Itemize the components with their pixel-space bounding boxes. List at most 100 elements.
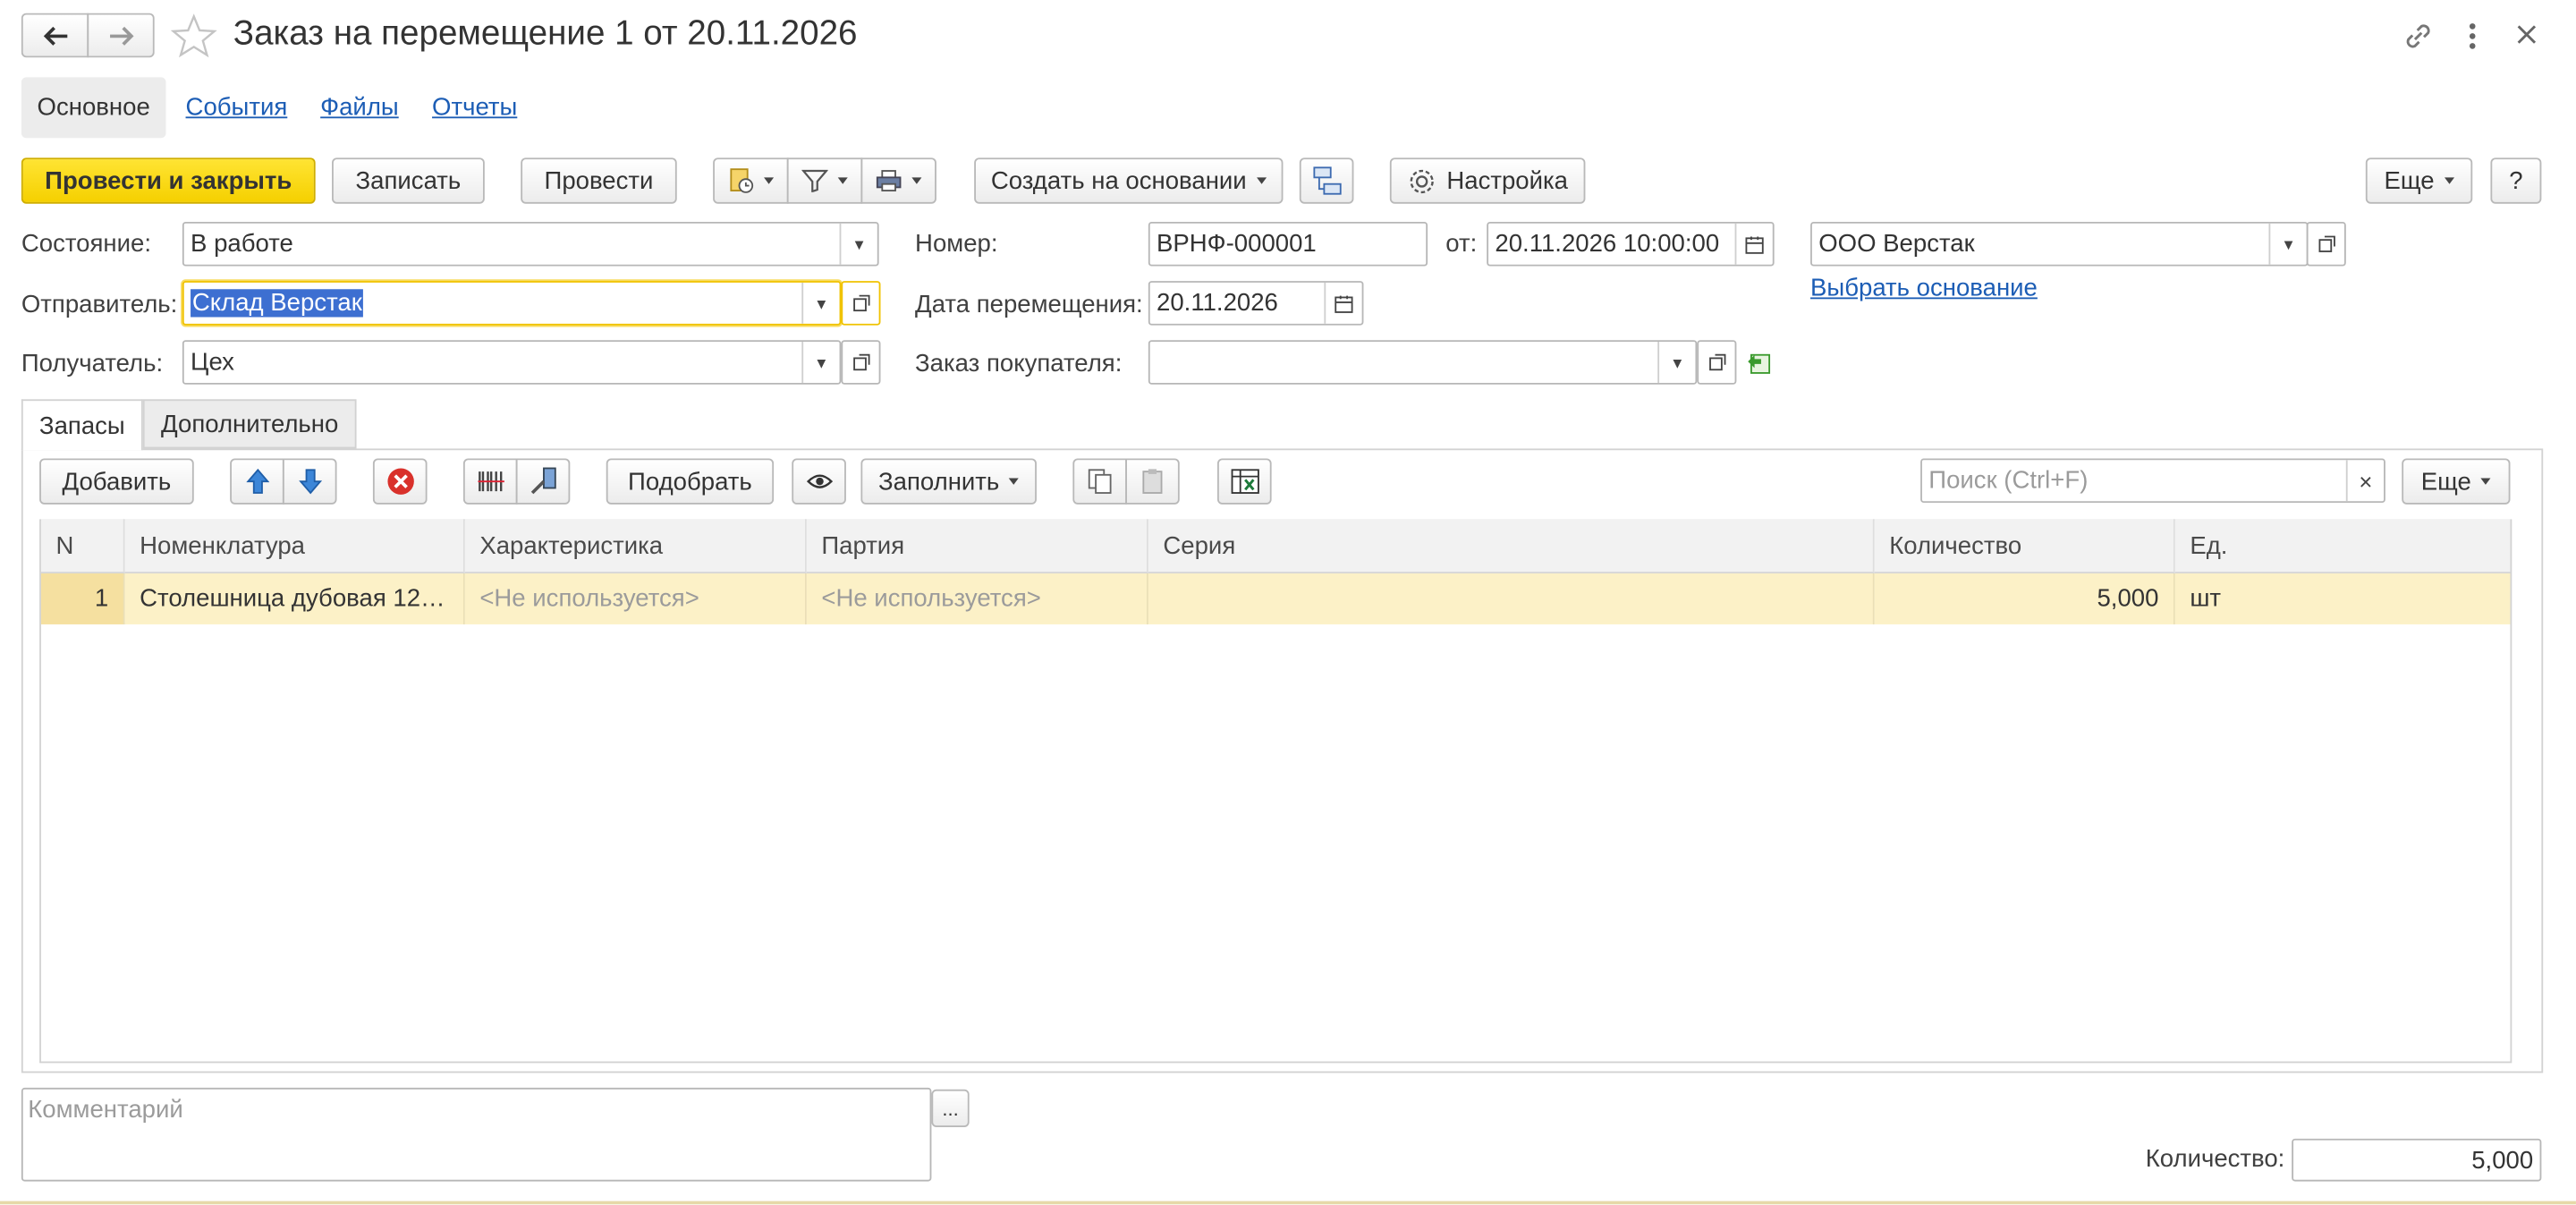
link-icon[interactable] [2402, 20, 2435, 59]
open-customer-order-button[interactable] [1697, 340, 1737, 385]
post-button[interactable]: Провести [521, 157, 677, 204]
chevron-down-icon[interactable]: ▼ [2268, 223, 2306, 265]
tab-files[interactable]: Файлы [320, 94, 399, 122]
move-date-value: 20.11.2026 [1157, 289, 1278, 318]
excel-icon [1230, 469, 1258, 494]
paste-rows-button[interactable] [1125, 458, 1180, 505]
sender-select[interactable]: Склад Верстак ▼ [182, 281, 842, 326]
help-button[interactable]: ? [2490, 157, 2542, 204]
state-select[interactable]: В работе ▼ [182, 221, 879, 267]
show-button[interactable] [792, 458, 846, 505]
organization-value: ООО Верстак [1818, 230, 1975, 259]
open-organization-button[interactable] [2306, 221, 2346, 267]
post-and-close-button[interactable]: Провести и закрыть [21, 157, 316, 204]
print-dropdown[interactable] [860, 157, 936, 204]
column-header-quantity[interactable]: Количество [1874, 519, 2175, 574]
number-label: Номер: [915, 230, 998, 259]
cell-series [1148, 573, 1875, 624]
arrow-left-icon [42, 26, 67, 45]
fill-label: Заполнить [878, 467, 1000, 496]
calendar-icon[interactable] [1324, 282, 1361, 324]
fill-button[interactable]: Заполнить [860, 458, 1037, 505]
column-header-n[interactable]: N [40, 519, 125, 574]
customer-order-label: Заказ покупателя: [915, 350, 1123, 378]
chevron-down-icon[interactable]: ▼ [1657, 342, 1695, 383]
organization-select[interactable]: ООО Верстак ▼ [1810, 221, 2309, 267]
settings-label: Настройка [1446, 166, 1568, 195]
back-button[interactable] [21, 13, 89, 58]
cell-item: Столешница дубовая 12… [124, 573, 465, 624]
comment-textarea[interactable]: Комментарий [21, 1087, 932, 1182]
date-from-field[interactable]: 20.11.2026 10:00:00 [1487, 221, 1775, 267]
create-based-on-label: Создать на основании [990, 166, 1247, 195]
open-window-icon [2318, 235, 2334, 252]
fill-from-order-icon[interactable] [1745, 348, 1773, 383]
date-from-value: 20.11.2026 10:00:00 [1495, 230, 1720, 259]
paste-icon [1141, 469, 1162, 494]
load-from-excel-button[interactable] [1216, 458, 1272, 505]
move-date-field[interactable]: 20.11.2026 [1148, 281, 1364, 326]
total-quantity-value: 5,000 [2471, 1146, 2534, 1175]
save-button[interactable]: Записать [332, 157, 485, 204]
tab-events[interactable]: События [186, 94, 288, 122]
more-button[interactable]: Еще [2365, 157, 2473, 204]
create-based-on-button[interactable]: Создать на основании [974, 157, 1284, 204]
column-header-unit[interactable]: Ед. [2174, 519, 2511, 574]
structure-button[interactable] [1299, 157, 1354, 204]
add-row-button[interactable]: Добавить [39, 458, 194, 505]
tab-reports[interactable]: Отчеты [432, 94, 517, 122]
move-down-button[interactable] [282, 458, 337, 505]
search-input[interactable]: Поиск (Ctrl+F) × [1920, 458, 2385, 504]
column-header-batch[interactable]: Партия [806, 519, 1148, 574]
subtab-additional[interactable]: Дополнительно [142, 399, 357, 449]
barcode-icon [477, 471, 504, 492]
printer-icon [876, 170, 902, 191]
cell-unit: шт [2174, 573, 2511, 624]
chevron-down-icon[interactable]: ▼ [839, 223, 877, 265]
sender-label: Отправитель: [21, 291, 178, 319]
more-vertical-icon[interactable] [2464, 20, 2480, 59]
gear-icon [1409, 168, 1434, 193]
filter-dropdown[interactable] [786, 157, 863, 204]
data-collection-terminal-button[interactable] [515, 458, 571, 505]
clear-search-icon[interactable]: × [2345, 460, 2384, 502]
open-receiver-button[interactable] [841, 340, 881, 385]
table-more-label: Еще [2420, 467, 2471, 496]
window-bottom-border [0, 1201, 2576, 1205]
barcode-button[interactable] [462, 458, 518, 505]
close-icon[interactable] [2515, 23, 2538, 53]
chevron-down-icon[interactable]: ▼ [801, 282, 839, 324]
arrow-down-icon [298, 469, 322, 495]
favorite-star-icon[interactable] [170, 13, 217, 66]
receiver-label: Получатель: [21, 350, 164, 378]
calendar-icon[interactable] [1734, 223, 1773, 265]
pick-button[interactable]: Подобрать [606, 458, 775, 505]
create-document-dropdown[interactable] [713, 157, 789, 204]
delete-row-button[interactable] [372, 458, 428, 505]
document-clock-icon [730, 168, 754, 193]
arrow-right-icon [109, 26, 133, 45]
receiver-select[interactable]: Цех ▼ [182, 340, 842, 385]
customer-order-select[interactable]: ▼ [1148, 340, 1698, 385]
from-label: от: [1445, 230, 1478, 259]
tab-main[interactable]: Основное [21, 77, 166, 139]
table-more-button[interactable]: Еще [2402, 458, 2511, 505]
delete-icon [386, 468, 413, 495]
open-sender-button[interactable] [841, 281, 881, 326]
column-header-item[interactable]: Номенклатура [124, 519, 465, 574]
column-header-series[interactable]: Серия [1148, 519, 1875, 574]
state-value: В работе [191, 230, 293, 259]
number-field[interactable]: ВРНФ-000001 [1148, 221, 1428, 267]
copy-rows-button[interactable] [1072, 458, 1127, 505]
subtab-stock[interactable]: Запасы [21, 399, 143, 451]
open-window-icon [852, 294, 869, 312]
comment-more-button[interactable]: ... [931, 1089, 970, 1127]
settings-button[interactable]: Настройка [1389, 157, 1586, 204]
forward-button[interactable] [87, 13, 155, 58]
chevron-down-icon[interactable]: ▼ [801, 342, 839, 383]
cell-characteristic: <Не используется> [464, 573, 807, 624]
choose-basis-link[interactable]: Выбрать основание [1810, 275, 2038, 302]
move-up-button[interactable] [230, 458, 284, 505]
filter-icon [801, 169, 828, 192]
column-header-characteristic[interactable]: Характеристика [464, 519, 807, 574]
